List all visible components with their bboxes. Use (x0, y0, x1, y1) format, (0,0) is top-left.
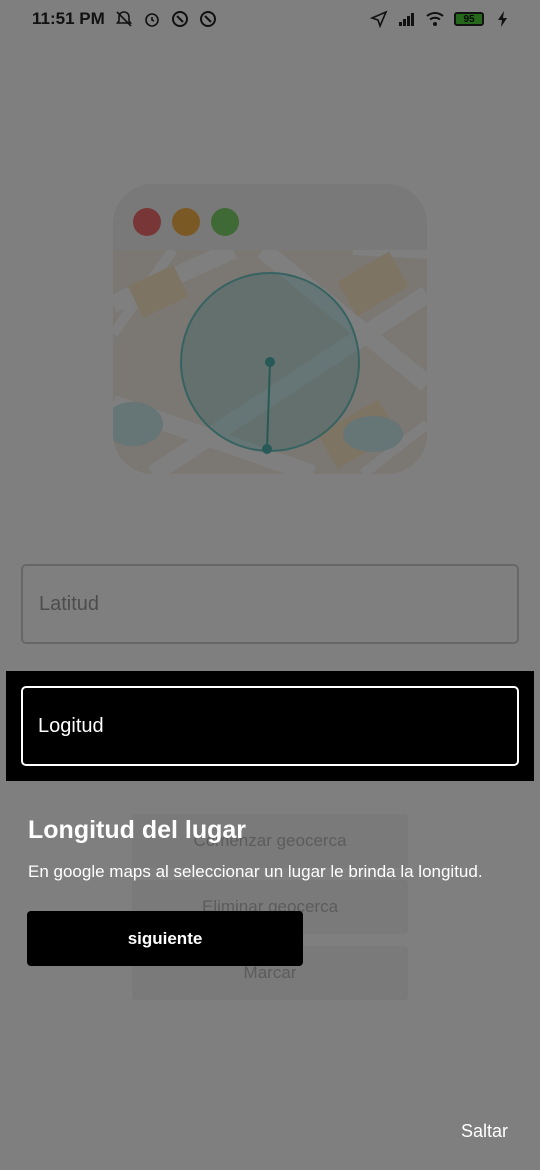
next-button[interactable]: siguiente (27, 911, 303, 966)
tutorial-title: Longitud del lugar (28, 816, 247, 844)
longitude-input[interactable]: Logitud (21, 686, 519, 766)
tutorial-description: En google maps al seleccionar un lugar l… (28, 862, 483, 881)
tutorial-spotlight: Logitud (6, 671, 534, 781)
longitude-placeholder: Logitud (38, 714, 104, 737)
skip-button[interactable]: Saltar (461, 1121, 508, 1142)
next-label: siguiente (127, 928, 203, 948)
tutorial-overlay[interactable] (0, 0, 540, 1170)
